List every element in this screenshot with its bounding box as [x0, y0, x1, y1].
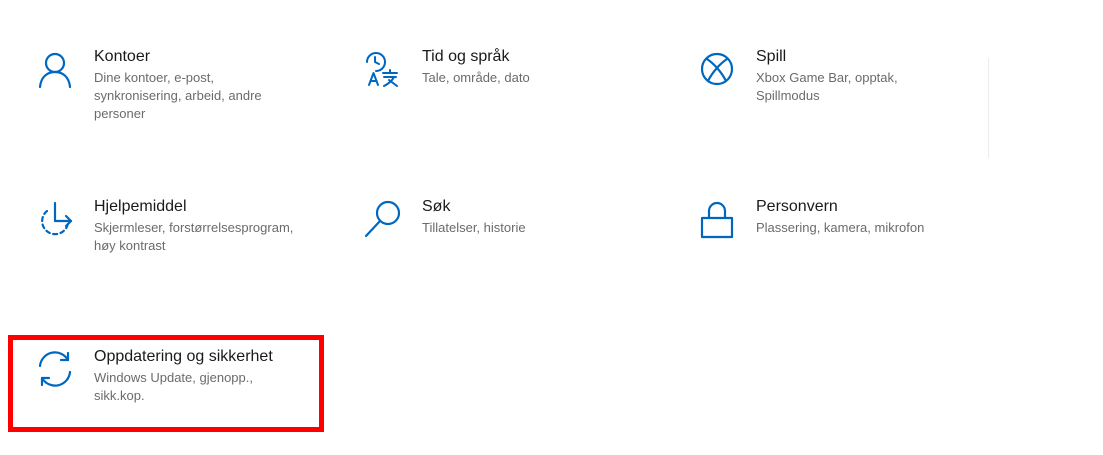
tile-description: Dine kontoer, e-post, synkronisering, ar…: [94, 70, 262, 121]
search-icon: [360, 196, 406, 242]
tile-description: Xbox Game Bar, opptak, Spillmodus: [756, 70, 898, 103]
tile-title: Kontoer: [94, 48, 151, 65]
xbox-icon: [694, 46, 740, 92]
scroll-divider: [988, 58, 989, 158]
person-icon: [32, 46, 78, 92]
tile-title: Spill: [756, 48, 787, 65]
tile-description: Skjermleser, forstørrelsesprogram, høy k…: [94, 220, 294, 253]
tile-description: Tillatelser, historie: [422, 220, 526, 235]
tile-title: Søk: [422, 198, 451, 215]
lock-icon: [694, 196, 740, 242]
ease-of-access-icon: [32, 196, 78, 242]
tile-title: Hjelpemiddel: [94, 198, 187, 215]
tile-title: Personvern: [756, 198, 838, 215]
tile-description: Tale, område, dato: [422, 70, 530, 85]
settings-page: Kontoer Dine kontoer, e-post, synkronise…: [0, 0, 1103, 455]
tile-description: Plassering, kamera, mikrofon: [756, 220, 925, 235]
time-language-icon: [360, 46, 406, 92]
highlight-box: [8, 335, 324, 432]
tile-title: Tid og språk: [422, 48, 510, 65]
